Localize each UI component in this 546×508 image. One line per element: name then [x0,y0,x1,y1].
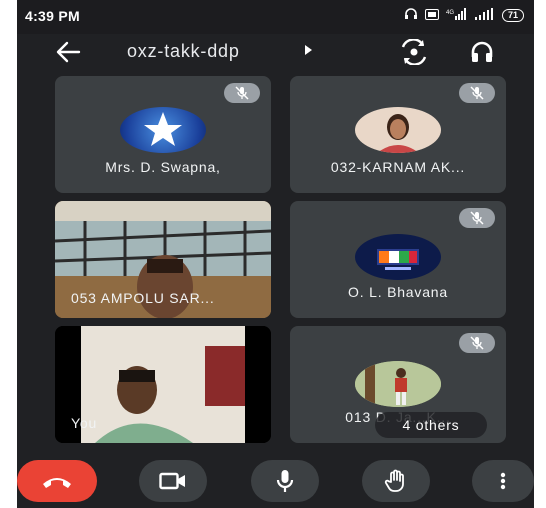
headset-status-icon [404,8,418,23]
meeting-code-title[interactable]: oxz-takk-ddp [127,41,240,62]
headphones-icon[interactable] [469,39,495,65]
status-icons: 4G 71 [404,8,524,23]
status-time: 4:39 PM [25,8,81,24]
signal-icon [474,8,495,23]
mic-button[interactable] [251,460,319,502]
others-count-chip[interactable]: 4 others [375,412,487,438]
self-video-tile[interactable]: You [55,326,271,443]
participant-video-tile[interactable]: 053 AMPOLU SAR... [55,201,271,318]
call-controls [17,452,534,508]
raise-hand-button[interactable] [362,460,430,502]
avatar [355,234,441,280]
mic-icon [276,470,294,492]
participant-tile[interactable]: Mrs. D. Swapna, [55,76,271,193]
participant-tile[interactable]: O. L. Bhavana [290,201,506,318]
meet-screen: 4:39 PM 4G 71 oxz-takk-ddp Mrs. D. Swapn… [17,0,534,508]
caret-right-icon[interactable] [305,45,312,55]
battery-indicator: 71 [501,9,524,22]
participant-tile[interactable]: 032-KARNAM AK... [290,76,506,193]
avatar [355,107,441,153]
mic-off-icon [459,208,495,228]
meeting-header: oxz-takk-ddp [17,34,534,70]
participant-name: 053 AMPOLU SAR... [71,290,215,306]
avatar [355,361,441,407]
mic-off-icon [459,333,495,353]
participant-name: 032-KARNAM AK... [330,159,466,175]
more-options-button[interactable] [472,460,534,502]
back-arrow-icon[interactable] [55,40,81,64]
network-label: 4G [446,10,454,16]
participant-name: Mrs. D. Swapna, [105,159,221,175]
mic-off-icon [224,83,260,103]
camera-button[interactable] [139,460,207,502]
signal-4g-icon: 4G [446,8,468,23]
end-call-button[interactable] [17,460,97,502]
participant-name: You [71,415,98,431]
more-vert-icon [500,472,506,490]
status-bar: 4:39 PM 4G 71 [17,0,534,34]
avatar [120,107,206,153]
end-call-icon [43,478,71,488]
mic-off-icon [459,83,495,103]
participant-name: O. L. Bhavana [348,284,448,300]
raise-hand-icon [384,469,404,492]
switch-camera-icon[interactable] [399,38,429,66]
volte-icon [424,8,439,23]
camera-icon [159,472,185,490]
